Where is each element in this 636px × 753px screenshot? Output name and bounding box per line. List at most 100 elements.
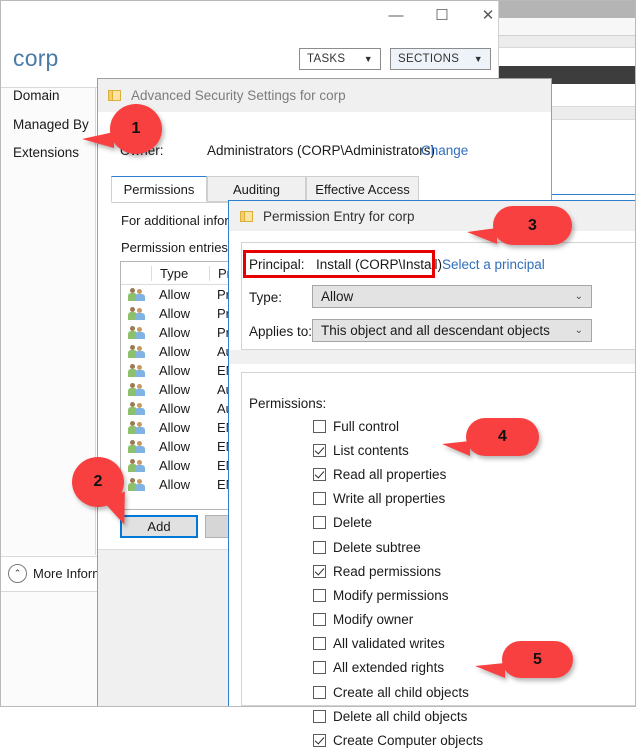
entry-type: Allow <box>159 344 191 359</box>
permission-label: Write all properties <box>333 491 446 507</box>
users-icon <box>121 440 151 453</box>
advanced-security-settings-titlebar: Advanced Security Settings for corp <box>98 79 551 112</box>
type-label: Type: <box>249 290 283 305</box>
checkbox-icon[interactable] <box>313 709 326 723</box>
users-icon <box>121 364 151 377</box>
background-window-strip-1 <box>497 18 636 36</box>
tasks-button[interactable]: TASKS ▼ <box>299 48 381 70</box>
entry-type: Allow <box>159 363 191 378</box>
sidebar-item-managed-by[interactable]: Managed By <box>13 117 89 132</box>
permission-entries-label: Permission entries: <box>121 240 232 255</box>
chevron-down-icon: ▼ <box>363 54 373 64</box>
type-dropdown[interactable]: Allow ⌄ <box>312 285 592 308</box>
callout-number: 5 <box>533 650 542 668</box>
permission-label: Read permissions <box>333 563 442 579</box>
permission-checkbox-row[interactable]: Delete subtree <box>313 535 613 559</box>
folder-icon <box>108 89 122 102</box>
permission-label: Create Computer objects <box>333 733 484 749</box>
permission-checkbox-row[interactable]: Delete <box>313 511 613 535</box>
callout-badge-3: 3 <box>467 206 572 245</box>
permissions-checkbox-list: Full control List contents Read all proper… <box>313 414 613 753</box>
tab-effective-access[interactable]: Effective Access <box>306 176 419 202</box>
permission-checkbox-row[interactable]: Read all properties <box>313 462 613 486</box>
permission-checkbox-row[interactable]: Create all child objects <box>313 680 613 704</box>
users-icon <box>121 421 151 434</box>
permission-label: Full control <box>333 418 400 434</box>
entry-type: Allow <box>159 401 191 416</box>
minimize-icon[interactable]: — <box>373 0 419 31</box>
checkbox-icon[interactable] <box>313 564 326 578</box>
sidebar-item-domain[interactable]: Domain <box>13 88 60 103</box>
chevron-up-icon: ⌃ <box>8 564 27 583</box>
entry-type: Allow <box>159 306 191 321</box>
chevron-down-icon: ▼ <box>473 54 483 64</box>
checkbox-icon[interactable] <box>313 516 326 530</box>
checkbox-icon[interactable] <box>313 637 326 651</box>
permission-checkbox-row[interactable]: Full control <box>313 414 613 438</box>
permission-label: All validated writes <box>333 636 445 652</box>
permission-label: Modify permissions <box>333 587 449 603</box>
checkbox-icon[interactable] <box>313 419 326 433</box>
sections-button[interactable]: SECTIONS ▼ <box>390 48 491 70</box>
additional-information-text: For additional infor <box>121 213 229 228</box>
close-icon[interactable]: ✕ <box>465 0 511 31</box>
checkbox-icon[interactable] <box>313 540 326 554</box>
checkbox-icon[interactable] <box>313 588 326 602</box>
callout-badge-5: 5 <box>475 641 573 678</box>
permission-checkbox-row[interactable]: Create Computer objects <box>313 728 613 752</box>
users-icon <box>121 288 151 301</box>
permission-checkbox-row[interactable]: Modify owner <box>313 608 613 632</box>
owner-change-link[interactable]: Change <box>421 143 468 158</box>
maximize-icon[interactable]: ☐ <box>419 0 465 31</box>
entry-type: Allow <box>159 382 191 397</box>
chevron-down-icon: ⌄ <box>574 325 583 336</box>
select-a-principal-link[interactable]: Select a principal <box>442 257 545 272</box>
permission-checkbox-row[interactable]: Write all properties <box>313 487 613 511</box>
entry-type: Allow <box>159 439 191 454</box>
permission-label: Delete subtree <box>333 539 421 555</box>
checkbox-icon[interactable] <box>313 613 326 627</box>
checkbox-icon[interactable] <box>313 492 326 506</box>
grid-header-type: Type <box>151 265 209 281</box>
sections-button-label: SECTIONS <box>398 53 460 65</box>
permission-label: Delete all child objects <box>333 708 468 724</box>
entry-type: Allow <box>159 287 191 302</box>
checkbox-icon[interactable] <box>313 443 326 457</box>
permission-checkbox-row[interactable]: Modify permissions <box>313 583 613 607</box>
checkbox-icon[interactable] <box>313 685 326 699</box>
sidebar-item-extensions[interactable]: Extensions <box>13 145 79 160</box>
tab-permissions[interactable]: Permissions <box>111 176 207 202</box>
advanced-security-settings-title: Advanced Security Settings for corp <box>131 88 346 103</box>
users-icon <box>121 459 151 472</box>
callout-tail <box>475 663 505 678</box>
callout-badge-1: 1 <box>82 104 162 154</box>
callout-number: 2 <box>93 473 103 490</box>
permissions-label: Permissions: <box>249 396 327 411</box>
callout-number: 3 <box>528 216 537 234</box>
permission-entry-divider <box>229 350 635 364</box>
chevron-down-icon: ⌄ <box>574 291 583 302</box>
callout-badge-4: 4 <box>442 418 539 456</box>
users-icon <box>121 307 151 320</box>
checkbox-icon[interactable] <box>313 734 326 748</box>
callout-tail <box>442 441 470 456</box>
applies-to-dropdown[interactable]: This object and all descendant objects ⌄ <box>312 319 592 342</box>
entry-type: Allow <box>159 458 191 473</box>
permission-label: Modify owner <box>333 612 414 628</box>
permission-entry-titlebar: Permission Entry for corp <box>229 201 635 231</box>
folder-icon <box>240 210 254 223</box>
permission-label: Read all properties <box>333 466 447 482</box>
entry-type: Allow <box>159 477 191 492</box>
permission-entry-title: Permission Entry for corp <box>263 208 415 224</box>
owner-value: Administrators (CORP\Administrators) <box>207 143 436 158</box>
tab-auditing[interactable]: Auditing <box>207 176 306 202</box>
users-icon <box>121 326 151 339</box>
permission-label: All extended rights <box>333 660 445 676</box>
checkbox-icon[interactable] <box>313 661 326 675</box>
users-icon <box>121 345 151 358</box>
users-icon <box>121 402 151 415</box>
checkbox-icon[interactable] <box>313 467 326 481</box>
permission-checkbox-row[interactable]: Delete all child objects <box>313 704 613 728</box>
permission-checkbox-row[interactable]: Read permissions <box>313 559 613 583</box>
type-dropdown-value: Allow <box>321 289 354 304</box>
